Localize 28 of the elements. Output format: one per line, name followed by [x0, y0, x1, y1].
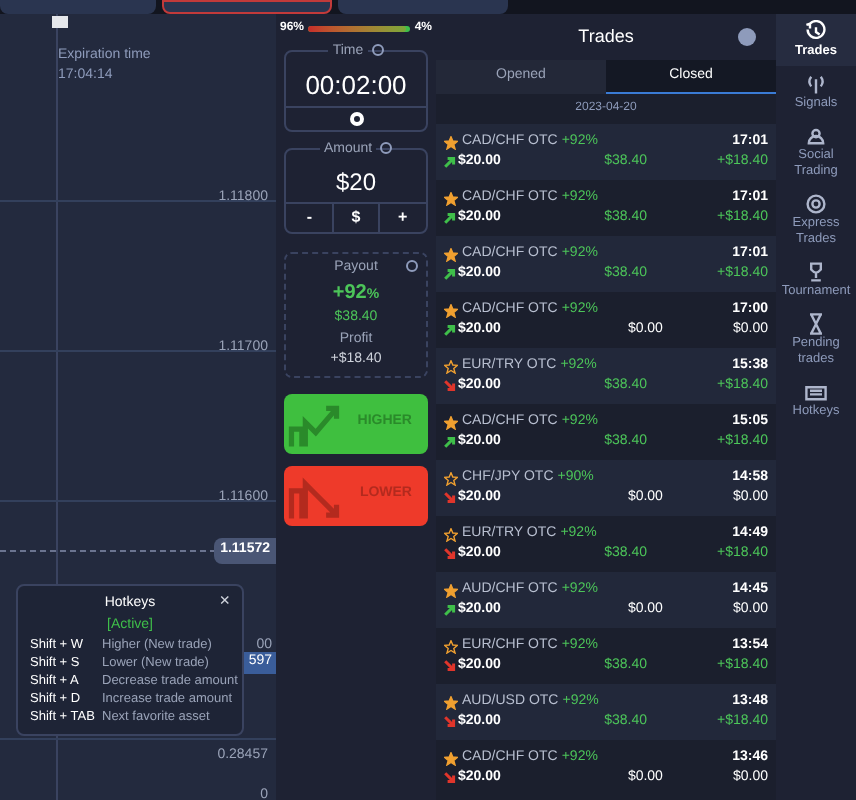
people-icon [804, 124, 828, 148]
increase-button[interactable]: + [379, 203, 426, 231]
clock-icon[interactable] [349, 112, 363, 126]
amount-value: $20 [333, 165, 379, 199]
panel-title: Trades [578, 23, 634, 50]
star-icon[interactable] [444, 751, 458, 765]
star-icon[interactable] [444, 695, 458, 709]
star-outline-icon[interactable] [444, 359, 458, 373]
flag-icon [52, 16, 68, 28]
antenna-icon [804, 72, 828, 96]
time-value: 00:02:00 [303, 67, 409, 103]
star-outline-icon[interactable] [444, 471, 458, 485]
star-icon[interactable] [444, 247, 458, 261]
currency-button[interactable]: $ [332, 203, 380, 231]
target-icon [804, 192, 828, 216]
history-icon [804, 20, 828, 44]
star-icon[interactable] [444, 135, 458, 149]
star-icon[interactable] [444, 583, 458, 597]
decrease-button[interactable]: - [286, 203, 333, 231]
hourglass-icon [804, 312, 828, 336]
close-button[interactable]: × [219, 592, 230, 610]
star-outline-icon[interactable] [444, 527, 458, 541]
star-icon[interactable] [444, 191, 458, 205]
star-outline-icon[interactable] [444, 639, 458, 653]
star-icon[interactable] [444, 415, 458, 429]
keyboard-icon [804, 380, 828, 404]
trophy-icon [804, 260, 828, 284]
star-icon[interactable] [444, 303, 458, 317]
